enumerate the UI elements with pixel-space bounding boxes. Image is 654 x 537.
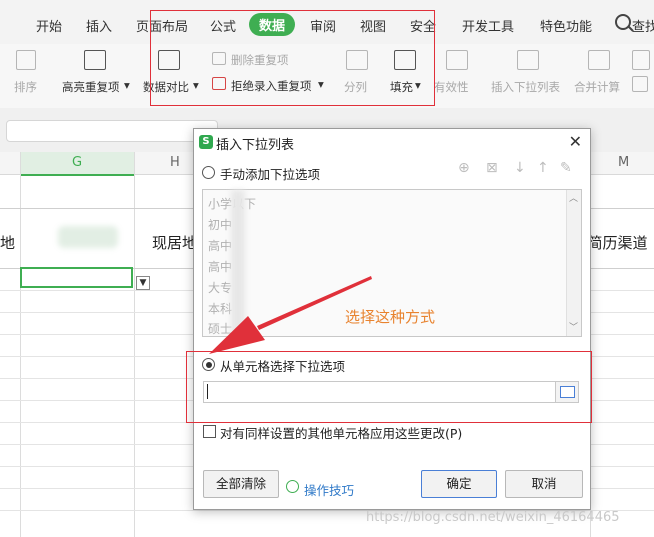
watermark-text: https://blog.csdn.net/weixin_46164465 <box>366 510 620 525</box>
annotation-arrow <box>209 276 372 354</box>
